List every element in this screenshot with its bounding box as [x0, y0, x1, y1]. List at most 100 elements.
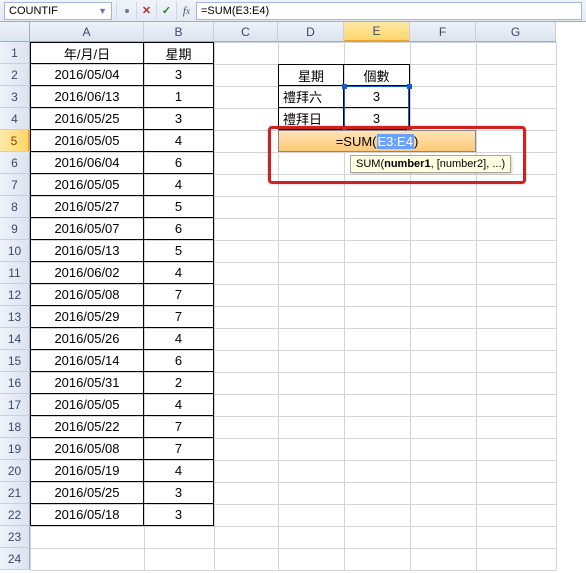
- row-header-15[interactable]: 15: [0, 350, 30, 372]
- cell-A5[interactable]: 2016/05/05: [30, 130, 144, 152]
- cell-B15[interactable]: 6: [144, 350, 214, 372]
- cell-E3[interactable]: 3: [344, 86, 410, 108]
- row-header-13[interactable]: 13: [0, 306, 30, 328]
- cell-A19[interactable]: 2016/05/08: [30, 438, 144, 460]
- cell-D2[interactable]: 星期: [278, 64, 344, 86]
- cell-B14[interactable]: 4: [144, 328, 214, 350]
- cell-B8[interactable]: 5: [144, 196, 214, 218]
- col-header-A[interactable]: A: [30, 22, 144, 42]
- cell-E4[interactable]: 3: [344, 108, 410, 130]
- cell-B19[interactable]: 7: [144, 438, 214, 460]
- cell-D4[interactable]: 禮拜日: [278, 108, 344, 130]
- cell-B16[interactable]: 2: [144, 372, 214, 394]
- row-header-18[interactable]: 18: [0, 416, 30, 438]
- cancel-edit-button[interactable]: ✕: [136, 2, 156, 20]
- cell-B4[interactable]: 3: [144, 108, 214, 130]
- row-header-21[interactable]: 21: [0, 482, 30, 504]
- cell-B2[interactable]: 3: [144, 64, 214, 86]
- cell-B22[interactable]: 3: [144, 504, 214, 526]
- cell-A15[interactable]: 2016/05/14: [30, 350, 144, 372]
- cell-A4[interactable]: 2016/05/25: [30, 108, 144, 130]
- cell-B11[interactable]: 4: [144, 262, 214, 284]
- cell-A3[interactable]: 2016/06/13: [30, 86, 144, 108]
- name-box[interactable]: COUNTIF ▼: [4, 2, 112, 20]
- cell-B1[interactable]: 星期: [144, 42, 214, 64]
- cell-B21[interactable]: 3: [144, 482, 214, 504]
- row-header-9[interactable]: 9: [0, 218, 30, 240]
- col-header-C[interactable]: C: [214, 22, 278, 42]
- cell-B17[interactable]: 4: [144, 394, 214, 416]
- expand-bar-icon[interactable]: [116, 2, 136, 20]
- formula-bar: COUNTIF ▼ ✕ ✓ fx =SUM(E3:E4): [0, 0, 586, 22]
- row-header-6[interactable]: 6: [0, 152, 30, 174]
- cell-A6[interactable]: 2016/06/04: [30, 152, 144, 174]
- col-header-G[interactable]: G: [476, 22, 556, 42]
- row-header-12[interactable]: 12: [0, 284, 30, 306]
- cell-B13[interactable]: 7: [144, 306, 214, 328]
- formula-text: =SUM(E3:E4): [201, 5, 269, 17]
- confirm-edit-button[interactable]: ✓: [156, 2, 176, 20]
- row-header-24[interactable]: 24: [0, 548, 30, 570]
- row-header-10[interactable]: 10: [0, 240, 30, 262]
- fx-button[interactable]: fx: [176, 2, 196, 20]
- cell-A21[interactable]: 2016/05/25: [30, 482, 144, 504]
- cell-A12[interactable]: 2016/05/08: [30, 284, 144, 306]
- cell-B10[interactable]: 5: [144, 240, 214, 262]
- range-handle[interactable]: [342, 84, 347, 89]
- cell-A11[interactable]: 2016/06/02: [30, 262, 144, 284]
- col-header-E[interactable]: E: [344, 22, 410, 42]
- cell-D3[interactable]: 禮拜六: [278, 86, 344, 108]
- row-header-3[interactable]: 3: [0, 86, 30, 108]
- cell-A9[interactable]: 2016/05/07: [30, 218, 144, 240]
- cell-B7[interactable]: 4: [144, 174, 214, 196]
- col-header-F[interactable]: F: [410, 22, 476, 42]
- tooltip-fn: SUM(: [356, 158, 384, 170]
- tooltip-arg-active: number1: [384, 158, 430, 170]
- cell-A2[interactable]: 2016/05/04: [30, 64, 144, 86]
- cell-A8[interactable]: 2016/05/27: [30, 196, 144, 218]
- row-header-20[interactable]: 20: [0, 460, 30, 482]
- row-header-14[interactable]: 14: [0, 328, 30, 350]
- cell-E2[interactable]: 個數: [344, 64, 410, 86]
- row-header-2[interactable]: 2: [0, 64, 30, 86]
- cell-A18[interactable]: 2016/05/22: [30, 416, 144, 438]
- row-header-16[interactable]: 16: [0, 372, 30, 394]
- col-header-D[interactable]: D: [278, 22, 344, 42]
- cell-B12[interactable]: 7: [144, 284, 214, 306]
- name-box-value: COUNTIF: [9, 3, 58, 19]
- row-header-19[interactable]: 19: [0, 438, 30, 460]
- cell-A22[interactable]: 2016/05/18: [30, 504, 144, 526]
- row-header-11[interactable]: 11: [0, 262, 30, 284]
- row-header-4[interactable]: 4: [0, 108, 30, 130]
- name-box-dropdown-icon[interactable]: ▼: [98, 3, 107, 19]
- cell-A14[interactable]: 2016/05/26: [30, 328, 144, 350]
- tooltip-arg-rest: , [number2], ...): [431, 158, 506, 170]
- row-header-23[interactable]: 23: [0, 526, 30, 548]
- cell-B18[interactable]: 7: [144, 416, 214, 438]
- cell-A16[interactable]: 2016/05/31: [30, 372, 144, 394]
- cell-B20[interactable]: 4: [144, 460, 214, 482]
- cell-B3[interactable]: 1: [144, 86, 214, 108]
- cell-B9[interactable]: 6: [144, 218, 214, 240]
- range-handle[interactable]: [407, 84, 412, 89]
- cell-A17[interactable]: 2016/05/05: [30, 394, 144, 416]
- row-header-1[interactable]: 1: [0, 42, 30, 64]
- function-tooltip: SUM(number1, [number2], ...): [350, 155, 511, 173]
- row-header-7[interactable]: 7: [0, 174, 30, 196]
- cell-B6[interactable]: 6: [144, 152, 214, 174]
- row-header-17[interactable]: 17: [0, 394, 30, 416]
- cell-A1[interactable]: 年/月/日: [30, 42, 144, 64]
- row-header-5[interactable]: 5: [0, 130, 30, 152]
- col-header-B[interactable]: B: [144, 22, 214, 42]
- formula-input[interactable]: =SUM(E3:E4): [196, 2, 582, 20]
- cell-A7[interactable]: 2016/05/05: [30, 174, 144, 196]
- row-header-22[interactable]: 22: [0, 504, 30, 526]
- cell-B5[interactable]: 4: [144, 130, 214, 152]
- cell-A13[interactable]: 2016/05/29: [30, 306, 144, 328]
- row-header-8[interactable]: 8: [0, 196, 30, 218]
- select-all-corner[interactable]: [0, 22, 30, 42]
- active-edit-cell[interactable]: =SUM(E3:E4): [278, 130, 476, 152]
- cell-A10[interactable]: 2016/05/13: [30, 240, 144, 262]
- cell-A20[interactable]: 2016/05/19: [30, 460, 144, 482]
- edit-prefix: =SUM(: [336, 134, 377, 149]
